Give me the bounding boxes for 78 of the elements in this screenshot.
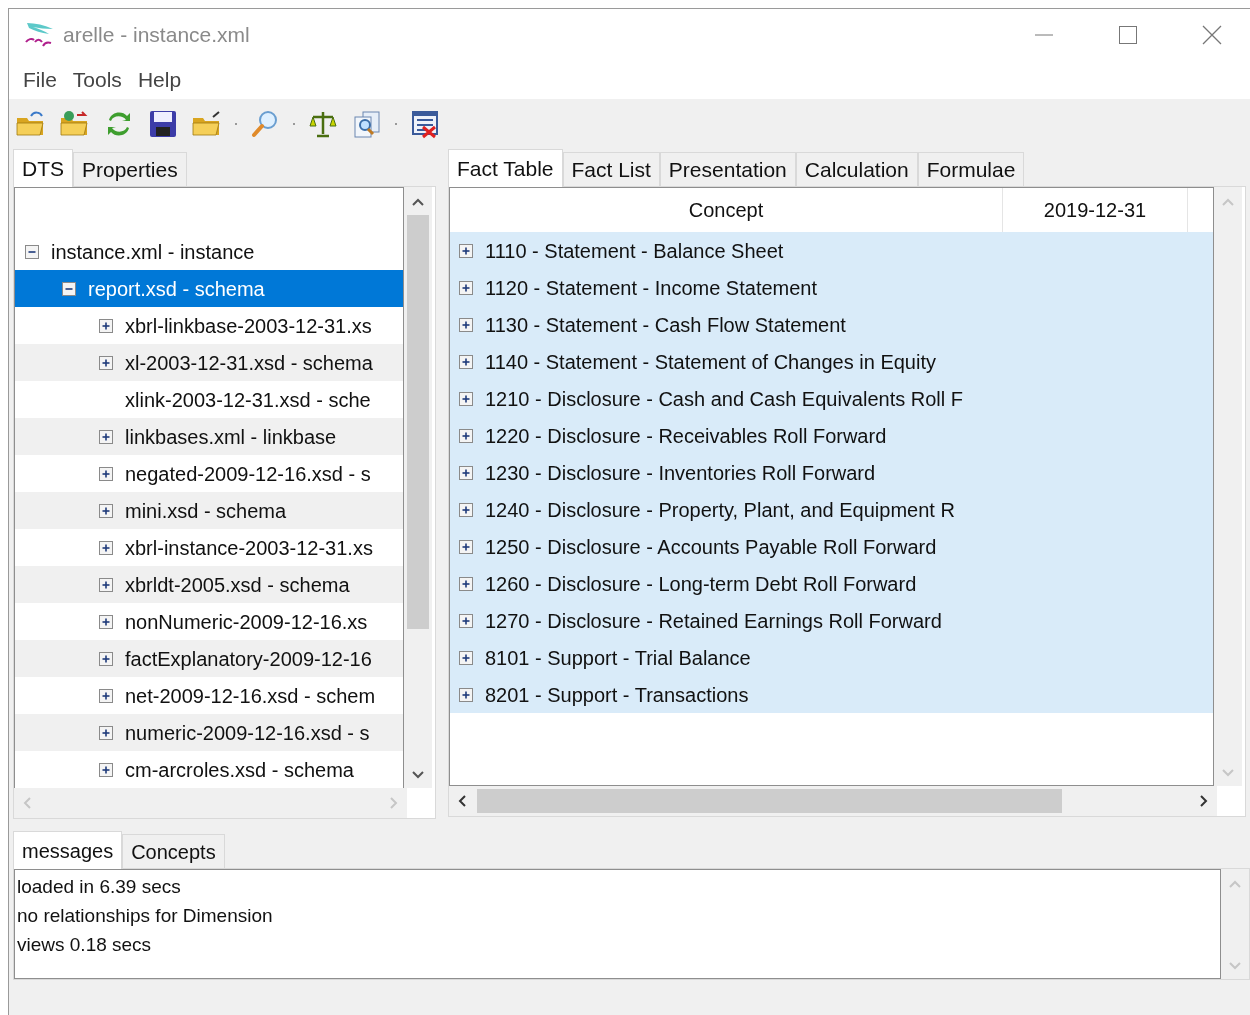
expand-icon[interactable] [459,317,473,332]
table-row[interactable]: 1220 - Disclosure - Receivables Roll Forward [450,417,1213,454]
expand-icon[interactable] [459,465,473,480]
table-row[interactable]: 1250 - Disclosure - Accounts Payable Roll Forward [450,528,1213,565]
expand-icon[interactable] [99,577,113,592]
scroll-up-icon[interactable] [411,197,425,207]
table-row[interactable]: 1120 - Statement - Income Statement [450,269,1213,306]
table-row[interactable]: 1270 - Disclosure - Retained Earnings Roll Forward [450,602,1213,639]
scrollbar-thumb[interactable] [477,789,1062,813]
expand-icon[interactable] [459,243,473,258]
tree-item[interactable]: linkbases.xml - linkbase [15,418,403,455]
table-row[interactable]: 1140 - Statement - Statement of Changes in Equity [450,343,1213,380]
collapse-icon[interactable] [62,281,76,296]
expand-icon[interactable] [99,762,113,777]
tree-item[interactable]: mini.xsd - schema [15,492,403,529]
tab[interactable]: Concepts [122,834,225,868]
tree-item[interactable]: factExplanatory-2009-12-16 [15,640,403,677]
table-row[interactable]: 8201 - Support - Transactions [450,676,1213,713]
collapse-icon[interactable] [25,244,39,259]
scroll-right-icon[interactable] [1199,794,1209,808]
expand-icon[interactable] [99,651,113,666]
open-folder-icon[interactable] [15,109,47,139]
table-row[interactable]: 1210 - Disclosure - Cash and Cash Equivalents Roll F [450,380,1213,417]
tab[interactable]: Calculation [795,152,918,186]
tab[interactable]: messages [13,831,123,869]
web-folder-icon[interactable] [59,109,91,139]
menu-item[interactable]: Help [129,64,190,96]
window-title: arelle - instance.xml [63,22,250,49]
tab[interactable]: Formulae [917,152,1025,186]
scrollbar-thumb[interactable] [407,215,429,629]
tab[interactable]: DTS [13,149,73,187]
expand-icon[interactable] [99,355,113,370]
expand-icon[interactable] [459,539,473,554]
expand-icon[interactable] [99,503,113,518]
tab[interactable]: Fact Table [448,149,563,187]
folder-icon[interactable] [191,109,223,139]
tree-item[interactable]: xl-2003-12-31.xsd - schema [15,344,403,381]
expand-icon[interactable] [99,429,113,444]
expand-icon[interactable] [459,354,473,369]
maximize-icon[interactable] [1118,25,1138,45]
menu-item[interactable]: File [15,64,65,96]
scales-icon[interactable] [307,109,339,139]
expand-icon[interactable] [99,318,113,333]
log-message: views 0.18 secs [16,933,153,957]
table-row[interactable]: 1110 - Statement - Balance Sheet [450,232,1213,269]
tree-item[interactable]: report.xsd - schema [15,270,403,307]
table-row[interactable]: 1130 - Statement - Cash Flow Statement [450,306,1213,343]
tab[interactable]: Properties [73,152,187,186]
expand-icon[interactable] [459,502,473,517]
table-row[interactable]: 8101 - Support - Trial Balance [450,639,1213,676]
expand-icon[interactable] [459,391,473,406]
table-row[interactable]: 1230 - Disclosure - Inventories Roll Forward [450,454,1213,491]
expand-icon[interactable] [99,688,113,703]
expand-icon[interactable] [99,540,113,555]
expand-icon[interactable] [99,614,113,629]
tree-item[interactable]: xbrldt-2005.xsd - schema [15,566,403,603]
table-row[interactable]: 1240 - Disclosure - Property, Plant, and Equipment R [450,491,1213,528]
expand-icon[interactable] [459,428,473,443]
table-row[interactable]: 1260 - Disclosure - Long-term Debt Roll Forward [450,565,1213,602]
expand-icon[interactable] [99,725,113,740]
tab[interactable]: Fact List [562,152,660,186]
close-icon[interactable] [1202,25,1222,45]
save-icon[interactable] [147,109,179,139]
tab[interactable]: Presentation [659,152,796,186]
expand-icon[interactable] [459,687,473,702]
close-list-icon[interactable] [409,109,441,139]
expand-icon[interactable] [459,576,473,591]
tree-item[interactable]: numeric-2009-12-16.xsd - s [15,714,403,751]
document-search-icon[interactable] [351,109,383,139]
log-message: no relationships for Dimension [16,904,274,928]
log-message: loaded in 6.39 secs [16,875,182,899]
expand-icon[interactable] [459,280,473,295]
menu-item[interactable]: Tools [64,64,130,96]
scroll-left-icon[interactable] [457,794,467,808]
expand-icon[interactable] [99,466,113,481]
scroll-down-icon[interactable] [411,770,425,780]
expand-icon[interactable] [459,650,473,665]
expand-icon[interactable] [459,613,473,628]
